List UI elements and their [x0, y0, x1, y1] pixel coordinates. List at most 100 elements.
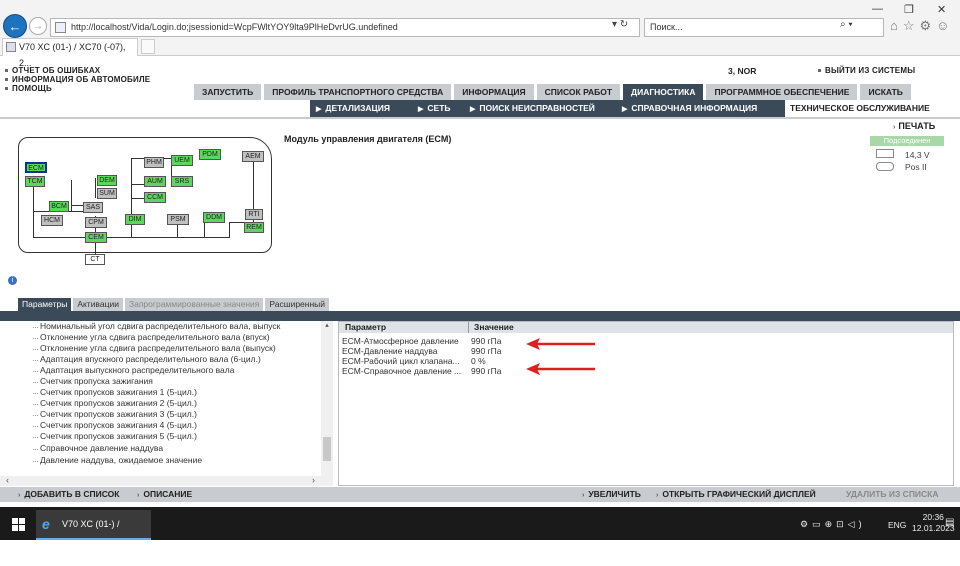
arrow-icon: [526, 363, 595, 375]
tab-software[interactable]: ПРОГРАММНОЕ ОБЕСПЕЧЕНИЕ: [706, 84, 858, 100]
node-psm[interactable]: PSM: [167, 214, 189, 225]
node-sas[interactable]: SAS: [83, 202, 103, 213]
node-dem[interactable]: DEM: [97, 175, 117, 186]
node-ct[interactable]: CT: [85, 254, 105, 265]
column-header-value[interactable]: Значение: [474, 322, 514, 333]
open-graph-button[interactable]: › ОТКРЫТЬ ГРАФИЧЕСКИЙ ДИСПЛЕЙ: [656, 487, 816, 503]
node-rti[interactable]: RTI: [245, 209, 263, 220]
horizontal-scrollbar[interactable]: ‹ ›: [0, 475, 333, 486]
print-link[interactable]: › ПЕЧАТЬ: [893, 121, 935, 131]
browser-toolbar-icons[interactable]: ⌂☆⚙☺: [890, 18, 954, 34]
row-param[interactable]: ECM-Рабочий цикл клапана...: [342, 356, 460, 366]
node-ccm[interactable]: CCM: [144, 192, 166, 203]
restore-icon[interactable]: ❐: [904, 3, 914, 16]
node-cpm[interactable]: CPM: [85, 217, 107, 228]
browser-tab[interactable]: V70 XC (01-) / XC70 (-07), 2...: [2, 38, 138, 68]
list-item[interactable]: Адаптация выпускного распределительного …: [40, 365, 234, 375]
row-param[interactable]: ECM-Давление наддува: [342, 346, 437, 356]
node-ddm[interactable]: DDM: [203, 212, 225, 223]
link-error-report[interactable]: ОТЧЕТ ОБ ОШИБКАХ: [5, 66, 100, 75]
list-item[interactable]: Отклонение угла сдвига распределительног…: [40, 332, 270, 342]
list-item[interactable]: Счетчик пропусков зажигания 1 (5-цил.): [40, 387, 197, 397]
tab-parameters[interactable]: Параметры: [18, 298, 72, 311]
add-to-list-button[interactable]: › ДОБАВИТЬ В СПИСОК: [18, 487, 119, 503]
scroll-right-icon[interactable]: ›: [312, 475, 315, 485]
tab-vehicle-profile[interactable]: ПРОФИЛЬ ТРАНСПОРТНОГО СРЕДСТВА: [264, 84, 452, 100]
node-sum[interactable]: SUM: [97, 188, 117, 199]
list-item[interactable]: Счетчик пропусков зажигания 3 (5-цил.): [40, 409, 197, 419]
address-actions[interactable]: ▾ ↻: [612, 19, 628, 30]
minimize-icon[interactable]: —: [872, 3, 883, 15]
tab-start[interactable]: ЗАПУСТИТЬ: [194, 84, 262, 100]
tab-diagnostics[interactable]: ДИАГНОСТИКА: [623, 84, 704, 100]
node-hcm[interactable]: HCM: [41, 215, 63, 226]
row-param[interactable]: ECM-Атмосферное давление: [342, 336, 459, 346]
node-dim[interactable]: DIM: [125, 214, 145, 225]
tab-information[interactable]: ИНФОРМАЦИЯ: [454, 84, 534, 100]
link-help[interactable]: ПОМОЩЬ: [5, 84, 52, 93]
address-bar[interactable]: http://localhost/Vida/Login.do;jsessioni…: [50, 18, 640, 37]
list-item[interactable]: Счетчик пропусков зажигания 4 (5-цил.): [40, 420, 197, 430]
tree-connector: [33, 382, 38, 383]
tab-work-list[interactable]: СПИСОК РАБОТ: [536, 84, 621, 100]
node-cem[interactable]: CEM: [85, 232, 107, 243]
scroll-left-icon[interactable]: ‹: [6, 475, 9, 485]
column-header-parameter[interactable]: Параметр: [345, 322, 386, 333]
search-icon[interactable]: ⌕ ▾: [840, 19, 853, 30]
node-rem[interactable]: REM: [244, 222, 264, 233]
list-item[interactable]: Адаптация впускного распределительного в…: [40, 354, 261, 364]
list-item[interactable]: Давление наддува, ожидаемое значение: [40, 455, 202, 465]
bus-line: [131, 198, 144, 199]
tree-connector: [33, 461, 38, 462]
subtab-maintenance[interactable]: ТЕХНИЧЕСКОЕ ОБСЛУЖИВАНИЕ: [790, 100, 930, 117]
node-bcm[interactable]: BCM: [49, 201, 69, 212]
subtab-network[interactable]: ▶ СЕТЬ: [418, 100, 451, 118]
row-value: 0 %: [471, 356, 486, 366]
divider: [0, 117, 960, 119]
forward-button[interactable]: →: [29, 17, 47, 35]
node-tcm[interactable]: TCM: [25, 176, 45, 187]
description-button[interactable]: › ОПИСАНИЕ: [137, 487, 192, 503]
system-tray-icons[interactable]: ⚙▭⊕⊡◁): [800, 519, 866, 530]
remove-from-list-button: УДАЛИТЬ ИЗ СПИСКА: [846, 489, 939, 499]
list-item[interactable]: Номинальный угол сдвига распределительно…: [40, 321, 280, 331]
subtab-reference[interactable]: ▶ СПРАВОЧНАЯ ИНФОРМАЦИЯ: [622, 100, 757, 118]
node-srs[interactable]: SRS: [171, 176, 193, 187]
windows-start-icon[interactable]: [11, 517, 27, 531]
row-param[interactable]: ECM-Справочное давление ...: [342, 366, 461, 376]
link-vehicle-info[interactable]: ИНФОРМАЦИЯ ОБ АВТОМОБИЛЕ: [5, 75, 150, 84]
notification-icon[interactable]: ▤: [945, 517, 954, 528]
tab-advanced[interactable]: Расширенный: [265, 298, 330, 311]
battery-icon: [876, 149, 894, 158]
zoom-button[interactable]: › УВЕЛИЧИТЬ: [582, 487, 641, 503]
list-item[interactable]: Счетчик пропусков зажигания 5 (5-цил.): [40, 431, 197, 441]
subtab-troubleshooting[interactable]: ▶ ПОИСК НЕИСПРАВНОСТЕЙ: [470, 100, 595, 118]
tree-connector: [33, 437, 38, 438]
scroll-thumb[interactable]: [323, 437, 331, 461]
logout-link[interactable]: ВЫЙТИ ИЗ СИСТЕМЫ: [818, 66, 915, 75]
subtab-details[interactable]: ▶ ДЕТАЛИЗАЦИЯ: [316, 100, 390, 118]
scroll-up-icon[interactable]: ▴: [321, 321, 333, 329]
list-item[interactable]: Справочное давление наддува: [40, 443, 163, 453]
tab-search[interactable]: ИСКАТЬ: [860, 84, 911, 100]
module-title: Модуль управления двигателя (ECM): [284, 134, 452, 144]
list-item[interactable]: Счетчик пропуска зажигания: [40, 376, 153, 386]
taskbar-app[interactable]: e V70 XC (01-) / XC70...: [36, 510, 151, 557]
node-ecm[interactable]: ECM: [25, 162, 47, 173]
new-tab-button[interactable]: [141, 39, 155, 54]
tab-activations[interactable]: Активации: [73, 298, 123, 311]
back-button[interactable]: ←: [3, 14, 27, 38]
node-phm[interactable]: PHM: [144, 157, 164, 168]
node-aum[interactable]: AUM: [144, 176, 166, 187]
language-indicator[interactable]: ENG: [888, 520, 906, 530]
node-uem[interactable]: UEM: [171, 155, 193, 166]
close-icon[interactable]: ✕: [937, 3, 946, 16]
page-icon: [55, 22, 66, 33]
bus-line: [131, 184, 144, 185]
info-icon[interactable]: i: [8, 276, 17, 285]
node-aem[interactable]: AEM: [242, 151, 264, 162]
node-pdm[interactable]: PDM: [199, 149, 221, 160]
tree-connector: [33, 327, 38, 328]
list-item[interactable]: Счетчик пропусков зажигания 2 (5-цил.): [40, 398, 197, 408]
list-item[interactable]: Отклонение угла сдвига распределительног…: [40, 343, 276, 353]
